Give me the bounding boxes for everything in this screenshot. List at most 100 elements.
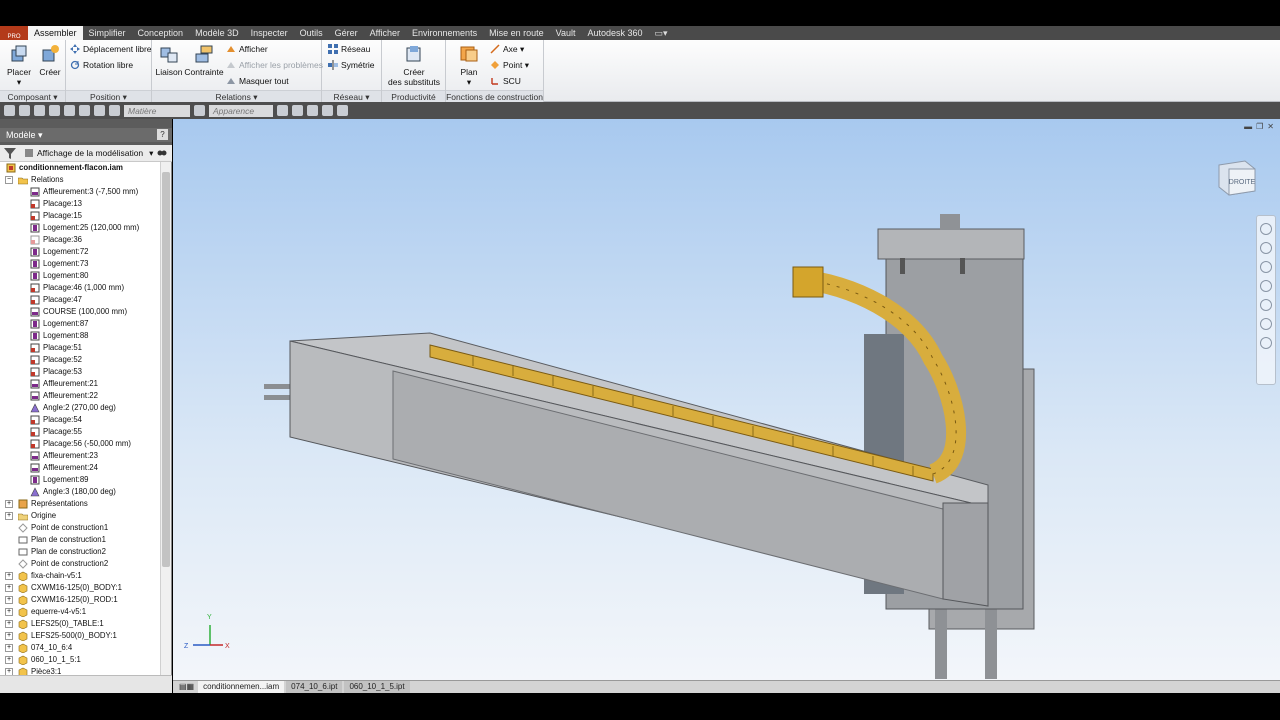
scu-button[interactable]: SCU <box>490 74 521 88</box>
tree-item-affleurement-22[interactable]: Affleurement:22 <box>0 390 160 402</box>
expand-toggle-icon[interactable]: + <box>5 668 13 675</box>
tree-item-equerre-v4-v5-1[interactable]: + equerre-v4-v5:1 <box>0 606 160 618</box>
tree-item-placage-55[interactable]: Placage:55 <box>0 426 160 438</box>
minimize-icon[interactable]: ▬ <box>1244 122 1252 131</box>
update-icon[interactable] <box>109 105 120 116</box>
tree-item-placage-53[interactable]: Placage:53 <box>0 366 160 378</box>
tree-item-placage-36[interactable]: Placage:36 <box>0 234 160 246</box>
adjust-appearance-icon[interactable] <box>277 105 288 116</box>
expand-toggle-icon[interactable]: + <box>5 512 13 520</box>
tree-item-placage-54[interactable]: Placage:54 <box>0 414 160 426</box>
tree-item-placage-46-1-000-mm[interactable]: Placage:46 (1,000 mm) <box>0 282 160 294</box>
doc-tab-conditionnement[interactable]: conditionnemen...iam <box>198 681 285 693</box>
tree-item-course-100-000-mm[interactable]: COURSE (100,000 mm) <box>0 306 160 318</box>
tree-item-representations[interactable]: + Représentations <box>0 498 160 510</box>
tree-item-plan-de-construction1[interactable]: Plan de construction1 <box>0 534 160 546</box>
masquer-tout-button[interactable]: Masquer tout <box>226 74 289 88</box>
tree-item-affleurement-24[interactable]: Affleurement:24 <box>0 462 160 474</box>
tree-item-point-de-construction2[interactable]: Point de construction2 <box>0 558 160 570</box>
liaison-button[interactable]: Liaison <box>152 42 186 88</box>
zoom-icon[interactable] <box>1260 261 1272 273</box>
tab-environnements[interactable]: Environnements <box>406 26 483 40</box>
customize-icon[interactable] <box>337 105 348 116</box>
tab-modele-3d[interactable]: Modèle 3D <box>189 26 245 40</box>
expand-toggle-icon[interactable]: + <box>5 608 13 616</box>
close-icon[interactable]: ✕ <box>1267 122 1274 131</box>
home-icon[interactable] <box>79 105 90 116</box>
expand-toggle-icon[interactable]: − <box>5 176 13 184</box>
browser-scrollbar-thumb[interactable] <box>162 172 170 567</box>
redo-icon[interactable] <box>64 105 75 116</box>
tree-item-point-de-construction1[interactable]: Point de construction1 <box>0 522 160 534</box>
browser-help-icon[interactable]: ? <box>157 129 168 140</box>
assembly-model-render[interactable]: Y X Z <box>173 119 1280 680</box>
expand-toggle-icon[interactable]: + <box>5 656 13 664</box>
open-file-icon[interactable] <box>19 105 30 116</box>
tree-item-fixa-chain-v5-1[interactable]: + fixa-chain-v5:1 <box>0 570 160 582</box>
graphics-viewport[interactable]: Y X Z ▬ ❐ ✕ DROITE <box>173 119 1280 680</box>
view-mode-select[interactable]: Affichage de la modélisation <box>37 148 143 158</box>
symetrie-button[interactable]: Symétrie <box>328 58 375 72</box>
tab-assembler[interactable]: Assembler <box>28 26 83 40</box>
expand-toggle-icon[interactable]: + <box>5 644 13 652</box>
tile-windows-icon[interactable]: ▤▦ <box>177 681 196 693</box>
tree-item-angle-2-270-00-deg[interactable]: Angle:2 (270,00 deg) <box>0 402 160 414</box>
panel-title-reseau[interactable]: Réseau ▾ <box>322 90 381 102</box>
doc-tab-074-10-6[interactable]: 074_10_6.ipt <box>286 681 343 693</box>
tab-gerer[interactable]: Gérer <box>329 26 364 40</box>
measure-icon[interactable] <box>322 105 333 116</box>
tab-vault[interactable]: Vault <box>550 26 582 40</box>
expand-toggle-icon[interactable]: + <box>5 500 13 508</box>
tree-item-placage-13[interactable]: Placage:13 <box>0 198 160 210</box>
browser-scrollbar[interactable] <box>160 162 171 675</box>
tree-item-affleurement-3-7-500-mm[interactable]: Affleurement:3 (-7,500 mm) <box>0 186 160 198</box>
panel-title-composant[interactable]: Composant ▾ <box>0 90 65 102</box>
point-button[interactable]: Point ▾ <box>490 58 529 72</box>
tree-item-074-10-6-4[interactable]: +074_10_6:4 <box>0 642 160 654</box>
tree-item-placage-47[interactable]: Placage:47 <box>0 294 160 306</box>
tree-item-lefs25-0-table-1[interactable]: + LEFS25(0)_TABLE:1 <box>0 618 160 630</box>
tree-item-angle-3-180-00-deg[interactable]: Angle:3 (180,00 deg) <box>0 486 160 498</box>
plan-button[interactable]: Plan ▾ <box>452 42 486 88</box>
tree-item-placage-51[interactable]: Placage:51 <box>0 342 160 354</box>
tab-conception[interactable]: Conception <box>132 26 190 40</box>
tree-item-plan-de-construction2[interactable]: Plan de construction2 <box>0 546 160 558</box>
tree-item-cxwm16-125-0-rod-1[interactable]: + CXWM16-125(0)_ROD:1 <box>0 594 160 606</box>
appearance-icon[interactable] <box>194 105 205 116</box>
orbit-icon[interactable] <box>1260 280 1272 292</box>
tree-item-conditionnement-flacon-iam[interactable]: conditionnement-flacon.iam <box>0 162 160 174</box>
clear-appearance-icon[interactable] <box>292 105 303 116</box>
tab-afficher[interactable]: Afficher <box>364 26 406 40</box>
placer-button[interactable]: Placer ▾ <box>2 42 36 88</box>
creer-button[interactable]: Créer <box>33 42 67 88</box>
tree-item-cxwm16-125-0-body-1[interactable]: + CXWM16-125(0)_BODY:1 <box>0 582 160 594</box>
axe-button[interactable]: Axe ▾ <box>490 42 524 56</box>
tree-item-piece3-1[interactable]: + Pièce3:1 <box>0 666 160 675</box>
panel-title-position[interactable]: Position ▾ <box>66 90 151 102</box>
restore-icon[interactable]: ❐ <box>1256 122 1263 131</box>
expand-toggle-icon[interactable]: + <box>5 596 13 604</box>
tree-item-origine[interactable]: + Origine <box>0 510 160 522</box>
tab-outils[interactable]: Outils <box>294 26 329 40</box>
panel-title-relations[interactable]: Relations ▾ <box>152 90 321 102</box>
pan-icon[interactable] <box>1260 242 1272 254</box>
tab-inspecter[interactable]: Inspecter <box>245 26 294 40</box>
expand-toggle-icon[interactable]: + <box>5 572 13 580</box>
tree-item-logement-25-120-000-mm[interactable]: Logement:25 (120,000 mm) <box>0 222 160 234</box>
ribbon-options-dropdown-icon[interactable]: ▭▾ <box>655 26 668 40</box>
tree-item-affleurement-23[interactable]: Affleurement:23 <box>0 450 160 462</box>
tree-item-placage-56-50-000-mm[interactable]: Placage:56 (-50,000 mm) <box>0 438 160 450</box>
viewcube[interactable]: DROITE <box>1215 159 1257 197</box>
save-icon[interactable] <box>34 105 45 116</box>
tree-item-logement-89[interactable]: Logement:89 <box>0 474 160 486</box>
doc-tab-060-10-1-5[interactable]: 060_10_1_5.ipt <box>344 681 410 693</box>
appearance-select[interactable]: Apparence <box>209 104 273 117</box>
tree-item-logement-72[interactable]: Logement:72 <box>0 246 160 258</box>
tree-item-logement-80[interactable]: Logement:80 <box>0 270 160 282</box>
steering-wheel-icon[interactable] <box>1260 223 1272 235</box>
find-icon[interactable] <box>157 148 167 158</box>
expand-toggle-icon[interactable]: + <box>5 584 13 592</box>
undo-icon[interactable] <box>49 105 60 116</box>
new-file-icon[interactable] <box>4 105 15 116</box>
rotation-libre-button[interactable]: Rotation libre <box>70 58 133 72</box>
